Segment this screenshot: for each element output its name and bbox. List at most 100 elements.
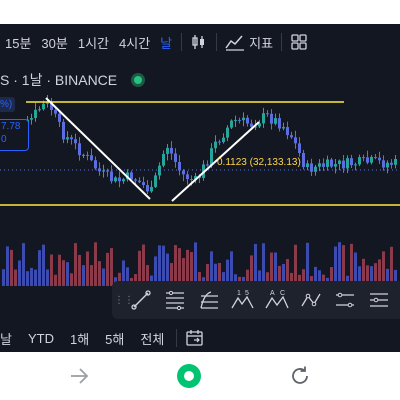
candle-body: [270, 113, 273, 124]
fib-retracement-icon[interactable]: [192, 285, 226, 315]
price-badge[interactable]: 7.78 0: [0, 119, 29, 151]
candle-body: [230, 120, 233, 128]
candle-body: [262, 113, 265, 124]
arrow-right-icon[interactable]: [65, 362, 93, 390]
candle-body: [166, 147, 169, 154]
volume-bar: [2, 269, 5, 286]
candle-body: [34, 109, 37, 119]
candle-body: [118, 177, 121, 182]
volume-bar: [254, 243, 257, 286]
drag-handle-icon[interactable]: ⋮⋮: [114, 295, 134, 306]
candle-body: [318, 163, 321, 167]
volume-bar: [162, 245, 165, 286]
candle-body: [314, 166, 317, 172]
candle-body: [174, 153, 177, 162]
volume-bar: [22, 243, 25, 286]
market-status-icon: [131, 73, 145, 87]
symbol-legend[interactable]: S · 1날 · BINANCE: [0, 70, 117, 90]
parallel-channel-icon[interactable]: [158, 285, 192, 315]
candle-body: [310, 163, 313, 172]
candles: [2, 95, 397, 195]
candle-body: [158, 165, 161, 176]
volume-bar: [10, 249, 13, 286]
volume-bar: [58, 254, 61, 286]
candle-body: [346, 158, 349, 169]
reload-icon[interactable]: [286, 362, 314, 390]
range-1y[interactable]: 1해: [62, 329, 97, 348]
candle-body: [278, 118, 281, 129]
candle-body: [42, 103, 45, 110]
volume-bar: [70, 273, 73, 286]
volume-bar: [30, 267, 33, 286]
volume-bar: [90, 265, 93, 286]
candle-body: [134, 179, 137, 181]
price-chart[interactable]: [0, 24, 400, 324]
candle-body: [362, 157, 365, 159]
candle-body: [206, 164, 209, 166]
candle-body: [142, 182, 145, 186]
volume-bar: [14, 269, 17, 286]
percent-badge: %): [0, 97, 15, 112]
candle-body: [274, 118, 277, 124]
volume-bar: [78, 254, 81, 286]
candle-body: [222, 137, 225, 143]
candle-body: [122, 179, 125, 182]
candle-body: [110, 171, 113, 182]
price-badge-top: 7.78: [1, 121, 21, 132]
chart-screen: 15분 30분 1시간 4시간 날 지표 S · 1날 · BINANCE %)…: [0, 24, 400, 352]
candle-body: [66, 137, 69, 140]
volume-bar: [42, 244, 45, 286]
date-range-icon[interactable]: [362, 285, 396, 315]
price-range-icon[interactable]: [328, 285, 362, 315]
candle-body: [78, 143, 81, 156]
range-day[interactable]: 날: [0, 329, 20, 348]
trend-line-icon[interactable]: [124, 285, 158, 315]
range-ytd[interactable]: YTD: [20, 331, 62, 346]
candle-body: [338, 160, 341, 165]
candle-body: [54, 109, 57, 114]
candle-body: [266, 113, 269, 115]
volume-bar: [294, 244, 297, 286]
volume-bar: [26, 271, 29, 286]
candle-body: [94, 160, 97, 169]
volume-bar: [86, 251, 89, 286]
volume-bar: [74, 243, 77, 286]
candle-body: [250, 123, 253, 127]
range-all[interactable]: 전체: [132, 329, 172, 348]
candle-body: [86, 154, 89, 156]
volume-bar: [6, 246, 9, 286]
range-5y[interactable]: 5해: [97, 329, 132, 348]
volume-bar: [262, 243, 265, 286]
candle-body: [358, 157, 361, 165]
path-icon[interactable]: [294, 285, 328, 315]
candle-body: [246, 117, 249, 124]
candle-body: [162, 153, 165, 166]
top-strip: [0, 0, 400, 24]
candle-body: [322, 163, 325, 167]
candle-body: [214, 141, 217, 149]
candle-body: [106, 170, 109, 172]
abc-a-label: A: [270, 290, 275, 297]
candle-body: [226, 127, 229, 138]
candle-body: [290, 135, 293, 138]
pattern-xabcd-icon[interactable]: 15: [226, 285, 260, 315]
volume-bar: [342, 245, 345, 286]
volume-bar: [158, 245, 161, 286]
home-circle-icon[interactable]: [175, 362, 203, 390]
volume-bar: [106, 252, 109, 286]
volume-bar: [174, 245, 177, 286]
candle-body: [350, 158, 353, 166]
volume-bar: [98, 261, 101, 286]
abc-pattern-icon[interactable]: AC: [260, 285, 294, 315]
candle-body: [74, 139, 77, 144]
candle-body: [70, 137, 73, 140]
volume-bar: [38, 250, 41, 286]
candle-body: [326, 159, 329, 167]
candle-body: [154, 175, 157, 187]
candle-body: [218, 141, 221, 143]
abc-c-label: C: [280, 290, 285, 297]
candle-body: [374, 156, 377, 158]
trend-line-down: [45, 97, 151, 200]
fib-level-labels: 0.1123 (32,133.13): [217, 157, 301, 168]
calendar-goto-icon[interactable]: [181, 328, 209, 348]
